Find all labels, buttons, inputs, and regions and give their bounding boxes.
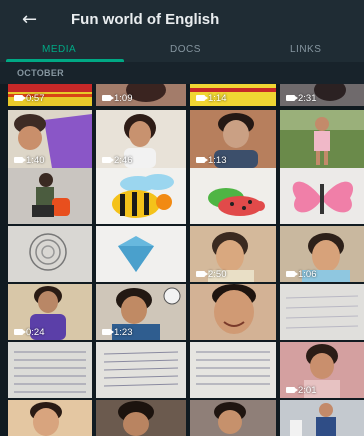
media-thumbnail[interactable] bbox=[190, 284, 276, 340]
video-camera-icon bbox=[286, 387, 298, 393]
media-thumbnail[interactable] bbox=[96, 342, 186, 398]
month-section-header: OCTOBER bbox=[0, 62, 364, 84]
duration-label: 2:46 bbox=[114, 154, 133, 166]
video-duration-badge: 2:50 bbox=[196, 268, 227, 280]
video-camera-icon bbox=[14, 157, 26, 163]
media-thumbnail[interactable] bbox=[190, 400, 276, 436]
video-duration-badge: 0:24 bbox=[14, 326, 45, 338]
tab-docs[interactable]: DOCS bbox=[170, 44, 201, 55]
video-duration-badge: 1:09 bbox=[102, 92, 133, 104]
video-duration-badge: 1:23 bbox=[102, 326, 133, 338]
chat-title: Fun world of English bbox=[71, 11, 220, 28]
duration-label: 2:01 bbox=[298, 384, 317, 396]
tab-media[interactable]: MEDIA bbox=[42, 44, 76, 55]
section-label: OCTOBER bbox=[17, 68, 64, 78]
video-duration-badge: 1:40 bbox=[14, 154, 45, 166]
duration-label: 1:14 bbox=[208, 92, 227, 104]
media-thumbnail[interactable] bbox=[96, 226, 186, 282]
video-camera-icon bbox=[102, 329, 114, 335]
back-arrow-icon[interactable]: ← bbox=[22, 11, 37, 29]
media-thumbnail[interactable]: 1:40 bbox=[8, 110, 92, 168]
media-thumbnail[interactable]: 1:23 bbox=[96, 284, 186, 340]
video-camera-icon bbox=[14, 329, 26, 335]
duration-label: 2:50 bbox=[208, 268, 227, 280]
media-thumbnail[interactable] bbox=[96, 400, 186, 436]
media-thumbnail[interactable]: 2:46 bbox=[96, 110, 186, 168]
media-thumbnail[interactable] bbox=[280, 400, 364, 436]
video-camera-icon bbox=[286, 95, 298, 101]
media-thumbnail[interactable]: 1:06 bbox=[280, 226, 364, 282]
media-thumbnail[interactable] bbox=[8, 342, 92, 398]
video-camera-icon bbox=[102, 95, 114, 101]
duration-label: 0:24 bbox=[26, 326, 45, 338]
duration-label: 1:40 bbox=[26, 154, 45, 166]
media-thumbnail[interactable] bbox=[190, 168, 276, 224]
duration-label: 2:31 bbox=[298, 92, 317, 104]
video-camera-icon bbox=[286, 271, 298, 277]
media-grid: 0:57 1:09 1:14 2:31 1:40 2:46 1:13 2:50 … bbox=[0, 84, 364, 436]
duration-label: 1:09 bbox=[114, 92, 133, 104]
video-duration-badge: 2:31 bbox=[286, 92, 317, 104]
duration-label: 1:06 bbox=[298, 268, 317, 280]
media-thumbnail[interactable] bbox=[8, 226, 92, 282]
duration-label: 1:23 bbox=[114, 326, 133, 338]
app-bar: ← Fun world of English bbox=[0, 0, 364, 40]
duration-label: 0:57 bbox=[26, 92, 45, 104]
media-thumbnail[interactable]: 0:24 bbox=[8, 284, 92, 340]
media-thumbnail[interactable]: 2:50 bbox=[190, 226, 276, 282]
media-thumbnail[interactable] bbox=[280, 110, 364, 168]
media-thumbnail[interactable]: 1:09 bbox=[96, 84, 186, 106]
video-camera-icon bbox=[196, 271, 208, 277]
video-duration-badge: 2:01 bbox=[286, 384, 317, 396]
tab-links[interactable]: LINKS bbox=[290, 44, 321, 55]
media-thumbnail[interactable] bbox=[280, 168, 364, 224]
media-thumbnail[interactable]: 1:14 bbox=[190, 84, 276, 106]
video-duration-badge: 1:13 bbox=[196, 154, 227, 166]
media-thumbnail[interactable] bbox=[190, 342, 276, 398]
video-camera-icon bbox=[196, 95, 208, 101]
video-duration-badge: 2:46 bbox=[102, 154, 133, 166]
video-camera-icon bbox=[14, 95, 26, 101]
duration-label: 1:13 bbox=[208, 154, 227, 166]
video-camera-icon bbox=[102, 157, 114, 163]
media-thumbnail[interactable] bbox=[280, 284, 364, 340]
media-thumbnail[interactable]: 2:01 bbox=[280, 342, 364, 398]
video-duration-badge: 1:06 bbox=[286, 268, 317, 280]
video-duration-badge: 0:57 bbox=[14, 92, 45, 104]
media-thumbnail[interactable]: 2:31 bbox=[280, 84, 364, 106]
media-thumbnail[interactable] bbox=[96, 168, 186, 224]
video-camera-icon bbox=[196, 157, 208, 163]
media-thumbnail[interactable]: 0:57 bbox=[8, 84, 92, 106]
media-thumbnail[interactable] bbox=[8, 168, 92, 224]
video-duration-badge: 1:14 bbox=[196, 92, 227, 104]
tab-bar: MEDIA DOCS LINKS bbox=[0, 40, 364, 62]
media-thumbnail[interactable] bbox=[8, 400, 92, 436]
media-thumbnail[interactable]: 1:13 bbox=[190, 110, 276, 168]
